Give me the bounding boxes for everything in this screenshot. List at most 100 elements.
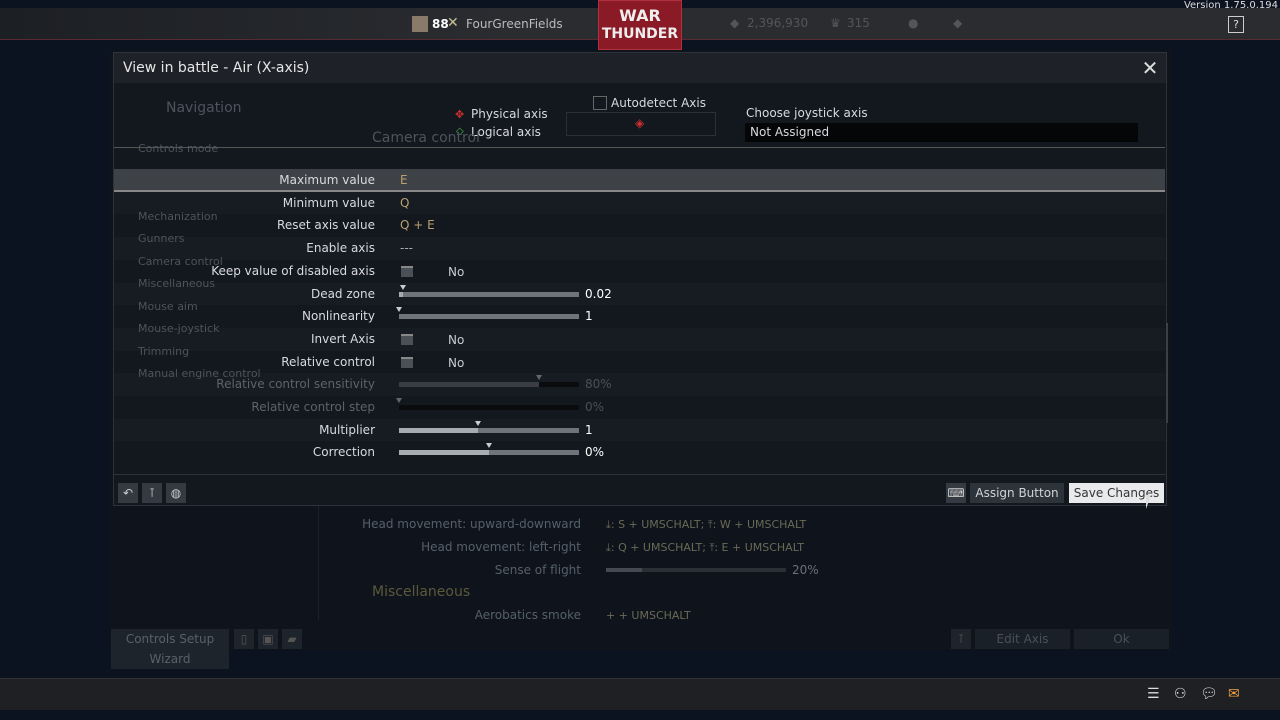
diamond-icon[interactable]: ◆ <box>953 16 962 30</box>
autodetect-checkbox[interactable] <box>593 96 607 110</box>
mail-icon[interactable]: ✉ <box>1228 686 1240 702</box>
slider-thumb[interactable] <box>399 284 406 292</box>
setting-label: Maximum value <box>279 173 375 187</box>
sense-of-flight-slider[interactable] <box>606 568 786 572</box>
avatar[interactable] <box>412 16 428 32</box>
close-icon[interactable]: ✕ <box>1140 58 1160 78</box>
setting-row[interactable]: Keep value of disabled axis No <box>114 260 1165 283</box>
setting-value[interactable]: E <box>400 173 408 187</box>
setting-row[interactable]: Minimum value Q <box>114 192 1165 215</box>
slider-fill <box>399 291 403 297</box>
setting-row[interactable]: Multiplier 1 <box>114 419 1165 442</box>
new-file-icon[interactable]: ▯ <box>234 629 254 649</box>
help-button[interactable]: ? <box>1228 16 1244 33</box>
setting-row[interactable]: Relative control No <box>114 351 1165 374</box>
slider-value: 1 <box>585 309 593 324</box>
axis-settings-dialog: View in battle - Air (X-axis) ✕ ✥ Physic… <box>113 52 1168 506</box>
setting-label: Relative control step <box>251 400 375 414</box>
nav-title: Navigation <box>166 100 242 116</box>
slider-thumb[interactable] <box>396 398 402 405</box>
list-icon[interactable]: ☰ <box>1147 686 1160 702</box>
bg-row-value[interactable]: + + UMSCHALT <box>606 609 691 622</box>
open-folder-icon[interactable]: ▰ <box>282 629 302 649</box>
nav-item[interactable]: Mechanization <box>138 206 261 229</box>
logo-text: WAR <box>619 6 661 25</box>
toggle-value: No <box>448 264 465 279</box>
nav-item[interactable]: Manual engine control <box>138 363 261 386</box>
assign-button[interactable]: Assign Button <box>970 483 1064 503</box>
divider <box>114 474 1165 475</box>
axis-indicator: ◈ <box>566 112 716 136</box>
friends-icon[interactable]: ⚇ <box>1174 686 1187 702</box>
nav-item[interactable]: Mouse aim <box>138 296 261 319</box>
setting-slider[interactable] <box>396 398 579 410</box>
slider-thumb[interactable] <box>475 420 482 428</box>
controls-setup-wizard-button[interactable]: Controls Setup Wizard <box>111 629 229 669</box>
silver-lions-icon: ◆ <box>730 16 740 30</box>
silver-lions-count: 2,396,930 <box>747 16 809 30</box>
setting-slider[interactable] <box>399 443 579 456</box>
bg-row-value[interactable]: ⤓: Q + UMSCHALT; ⤒: E + UMSCHALT <box>606 541 804 555</box>
physical-axis-icon: ✥ <box>455 108 465 121</box>
setting-row[interactable]: Maximum value E <box>114 169 1165 192</box>
lightbulb-icon[interactable]: ● <box>908 16 918 30</box>
reset-icon[interactable]: ↶ <box>118 483 138 503</box>
nav-item[interactable]: Gunners <box>138 228 261 251</box>
setting-slider[interactable] <box>399 375 579 388</box>
scrollbar[interactable] <box>1166 323 1168 423</box>
golden-eagles-count: 315 <box>847 16 870 30</box>
setting-row[interactable]: Invert Axis No <box>114 328 1165 351</box>
nav-item[interactable]: Camera control <box>138 251 261 274</box>
slider-value: 1 <box>585 422 593 437</box>
setting-value[interactable]: Q <box>400 196 409 210</box>
setting-slider[interactable] <box>399 420 579 433</box>
setting-label: Invert Axis <box>311 331 375 346</box>
misc-title: Miscellaneous <box>372 584 471 600</box>
save-icon[interactable]: ▣ <box>258 629 278 649</box>
bg-row-label: Head movement: left-right <box>421 540 581 554</box>
setting-row[interactable]: Enable axis --- <box>114 237 1165 260</box>
section-title: Camera control <box>372 130 480 146</box>
nav-item[interactable]: Mouse-joystick <box>138 318 261 341</box>
setting-row[interactable]: Dead zone 0.02 <box>114 283 1165 306</box>
assign-key-icon[interactable]: ⌨ <box>946 483 966 503</box>
setting-row[interactable]: Relative control step 0% <box>114 396 1165 419</box>
radar-icon[interactable]: ◍ <box>166 483 186 503</box>
slider-thumb[interactable] <box>396 307 402 314</box>
slider-value: 0.02 <box>585 286 612 301</box>
joystick-icon[interactable]: ⊺ <box>142 483 162 503</box>
setting-label: Dead zone <box>310 286 375 301</box>
war-thunder-logo[interactable]: WAR THUNDER <box>598 0 682 50</box>
setting-value[interactable]: --- <box>400 241 413 255</box>
setting-slider[interactable] <box>399 284 579 297</box>
bg-row-label: Head movement: upward-downward <box>362 517 581 531</box>
joystick-icon[interactable]: ⊺ <box>951 629 971 649</box>
username[interactable]: FourGreenFields <box>466 17 563 31</box>
setting-row[interactable]: Nonlinearity 1 <box>114 305 1165 328</box>
bottom-bar <box>0 678 1280 710</box>
setting-value[interactable]: Q + E <box>400 218 435 232</box>
ok-button[interactable]: Ok <box>1074 629 1169 649</box>
physical-axis-label: Physical axis <box>471 107 548 121</box>
bg-row-label: Sense of flight <box>494 563 581 577</box>
setting-slider[interactable] <box>396 307 579 320</box>
setting-row[interactable]: Correction 0% <box>114 441 1165 464</box>
slider-thumb[interactable] <box>486 443 492 450</box>
edit-axis-button[interactable]: Edit Axis <box>975 629 1070 649</box>
bg-row-value[interactable]: ⤓: S + UMSCHALT; ⤒: W + UMSCHALT <box>606 518 806 532</box>
joystick-axis-select[interactable]: Not Assigned <box>745 123 1138 142</box>
slider-thumb[interactable] <box>536 375 543 382</box>
nav-item[interactable]: Trimming <box>138 341 261 364</box>
setting-label: Reset axis value <box>277 218 375 233</box>
slider-value: 80% <box>585 377 612 392</box>
toggle-checkbox[interactable] <box>401 333 413 345</box>
nav-item[interactable]: Miscellaneous <box>138 273 261 296</box>
setting-row[interactable]: Reset axis value Q + E <box>114 214 1165 237</box>
toggle-checkbox[interactable] <box>401 356 413 368</box>
setting-row[interactable]: Relative control sensitivity 80% <box>114 373 1165 396</box>
setting-label: Minimum value <box>282 195 375 210</box>
chat-icon[interactable]: 💬︎ <box>1200 686 1218 702</box>
slider-value: 0% <box>585 445 605 460</box>
nav-item[interactable]: Controls mode <box>138 138 261 161</box>
toggle-checkbox[interactable] <box>401 265 413 277</box>
